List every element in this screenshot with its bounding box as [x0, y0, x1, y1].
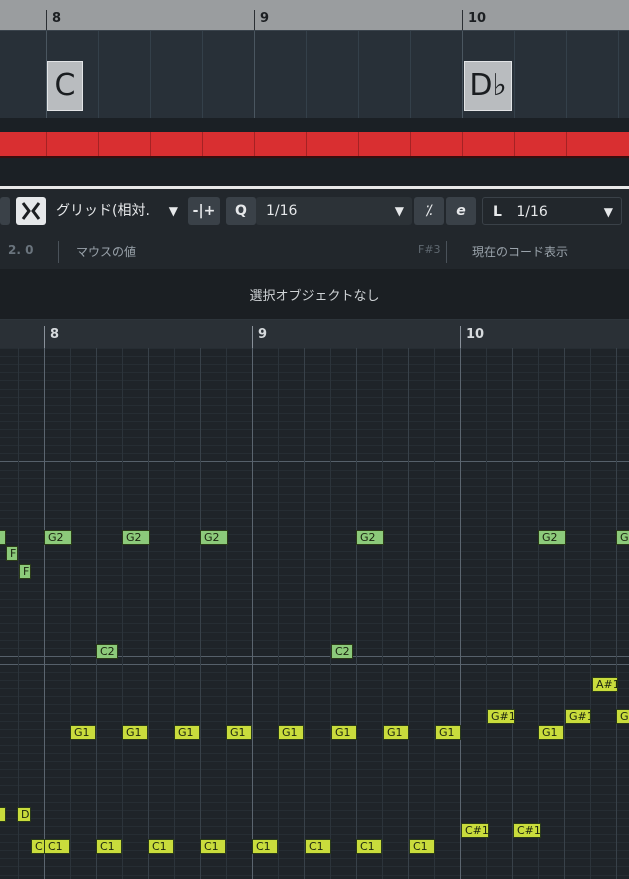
ruler-bar-9: 9: [258, 327, 268, 342]
overview-part[interactable]: [0, 132, 629, 156]
note-event[interactable]: C1: [96, 839, 122, 854]
note-event[interactable]: G: [0, 530, 6, 545]
note-event[interactable]: C2: [331, 644, 353, 659]
note-event[interactable]: G1: [122, 725, 148, 740]
note-event[interactable]: C1: [252, 839, 278, 854]
note-event[interactable]: G1: [174, 725, 200, 740]
quantize-apply-button[interactable]: e: [446, 197, 476, 225]
note-event[interactable]: G2: [356, 530, 384, 545]
note-event[interactable]: C1: [200, 839, 226, 854]
note-event[interactable]: C#1: [513, 823, 541, 838]
note-event[interactable]: D: [17, 807, 31, 822]
length-value: 1/16: [516, 204, 548, 220]
chevron-down-icon: ▼: [168, 204, 178, 218]
ruler-bar-9: 9: [260, 11, 270, 26]
note-event[interactable]: G1: [70, 725, 96, 740]
top-ruler[interactable]: 8 9 10: [0, 0, 629, 30]
chord-event-db[interactable]: D♭: [464, 61, 512, 111]
chord-event-c[interactable]: C: [47, 61, 83, 111]
snap-toggle-button[interactable]: [16, 197, 46, 225]
note-event[interactable]: F: [6, 546, 18, 561]
ruler-bar-8: 8: [52, 11, 62, 26]
length-quantize-select[interactable]: L 1/16 ▼: [482, 197, 622, 225]
note-event[interactable]: G: [616, 709, 629, 724]
note-event[interactable]: G1: [435, 725, 461, 740]
note-event[interactable]: G2: [200, 530, 228, 545]
note-event[interactable]: C2: [96, 644, 118, 659]
editor-toolbar: グリッド(相対. ▼ -|+ Q 1/16 ▼ ⁒ e L 1/16 ▼: [0, 189, 629, 233]
note-event[interactable]: C1: [305, 839, 331, 854]
note-event[interactable]: G1: [383, 725, 409, 740]
mouse-value-label: マウスの値: [76, 245, 137, 259]
note-event[interactable]: D: [0, 807, 6, 822]
note-event[interactable]: G: [616, 530, 629, 545]
note-event[interactable]: G2: [44, 530, 72, 545]
note-event[interactable]: G2: [538, 530, 566, 545]
quantize-button[interactable]: Q: [226, 197, 256, 225]
note-event[interactable]: C: [31, 839, 45, 854]
ruler-bar-8: 8: [50, 327, 60, 342]
snap-type-value: グリッド(相対.: [56, 203, 150, 219]
percent-icon: ⁒: [425, 203, 433, 219]
note-event[interactable]: C#1: [461, 823, 489, 838]
chord-track[interactable]: C D♭: [0, 30, 629, 119]
iterative-quantize-button[interactable]: ⁒: [414, 197, 444, 225]
note-event[interactable]: G#1: [565, 709, 591, 724]
note-event[interactable]: G1: [331, 725, 357, 740]
note-event[interactable]: G1: [538, 725, 564, 740]
note-event[interactable]: C1: [356, 839, 382, 854]
overview-track[interactable]: [0, 118, 629, 186]
note-event[interactable]: C1: [148, 839, 174, 854]
quantize-label: Q: [235, 203, 247, 219]
note-event[interactable]: C1: [409, 839, 435, 854]
mouse-position: 2. 0: [8, 243, 34, 257]
note-event[interactable]: G#1: [487, 709, 515, 724]
chevron-down-icon: ▼: [603, 205, 613, 219]
note-event[interactable]: A#1: [592, 677, 618, 692]
note-event[interactable]: F: [19, 564, 31, 579]
chevron-down-icon: ▼: [394, 204, 404, 218]
status-row: 選択オブジェクトなし: [0, 269, 629, 320]
ruler-bar-10: 10: [466, 327, 485, 342]
current-chord-label: 現在のコード表示: [472, 245, 569, 259]
quantize-select[interactable]: 1/16 ▼: [256, 197, 412, 225]
note-event[interactable]: C1: [44, 839, 70, 854]
quantize-value: 1/16: [266, 203, 298, 219]
insert-velocity-button[interactable]: -|+: [188, 197, 220, 225]
selection-status: 選択オブジェクトなし: [249, 289, 380, 304]
e-icon: e: [456, 203, 466, 219]
toolbar-left-button[interactable]: [0, 197, 10, 225]
mouse-pitch: F#3: [418, 243, 441, 256]
snap-icon: [21, 202, 41, 220]
bracket-plus-icon: -|+: [192, 203, 216, 219]
length-label: L: [493, 204, 502, 220]
note-display[interactable]: GG2G2G2G2G2GFFC2C2A#1G#1G#1GG1G1G1G1G1G1…: [0, 348, 629, 879]
ruler-bar-10: 10: [468, 11, 487, 26]
editor-ruler[interactable]: 8 9 10: [0, 320, 629, 349]
note-event[interactable]: G1: [226, 725, 252, 740]
snap-type-select[interactable]: グリッド(相対. ▼: [46, 197, 186, 225]
note-event[interactable]: G1: [278, 725, 304, 740]
note-event[interactable]: G2: [122, 530, 150, 545]
info-row: 2. 0 マウスの値 F#3 現在のコード表示: [0, 233, 629, 269]
